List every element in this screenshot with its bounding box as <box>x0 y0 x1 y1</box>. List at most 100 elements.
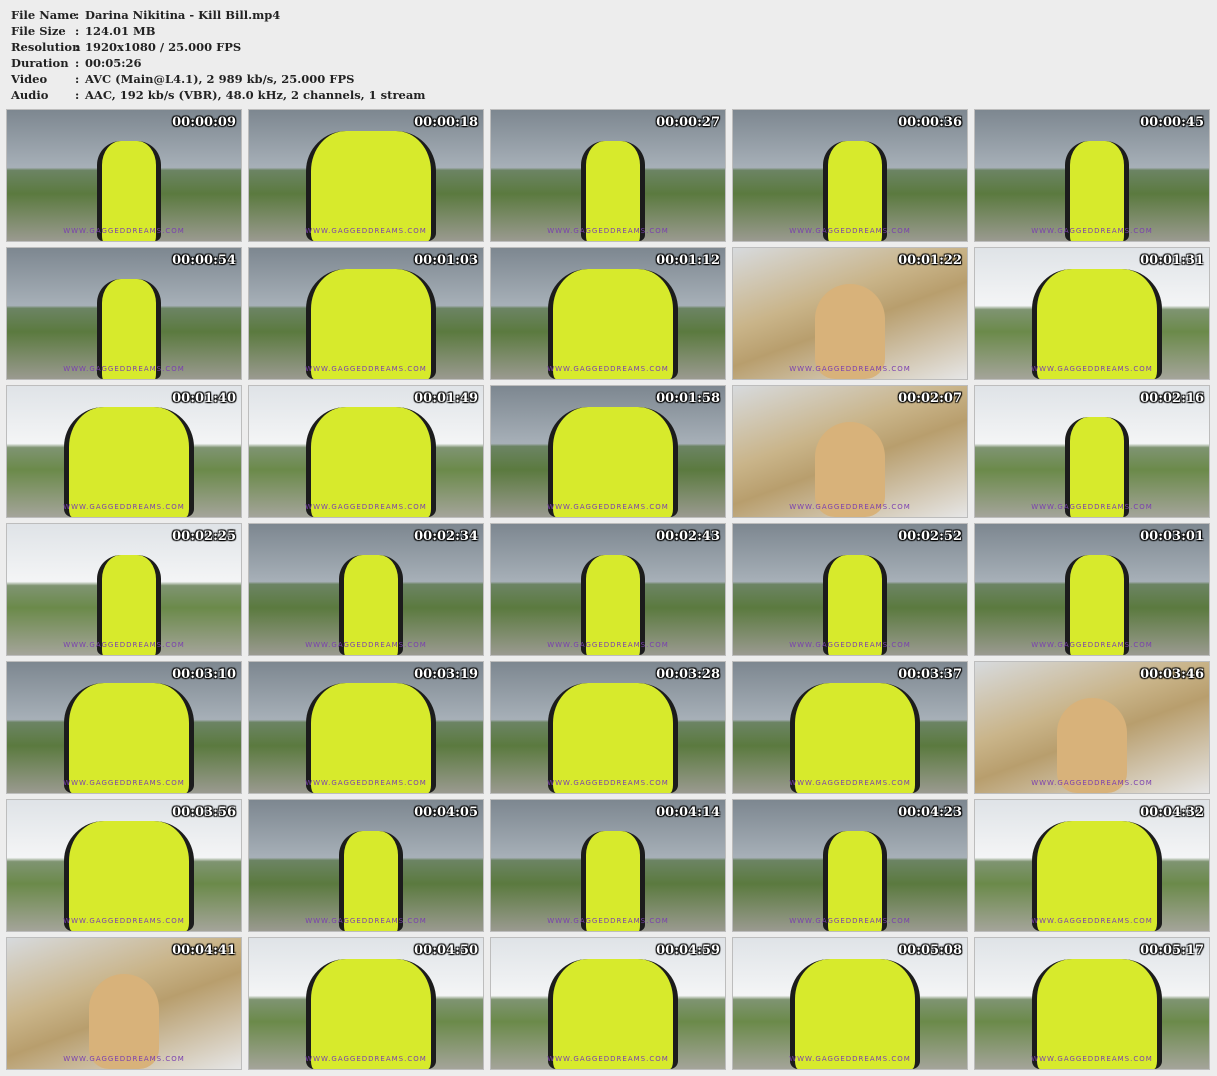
thumbnail-watermark: WWW.GAGGEDDREAMS.COM <box>305 641 427 649</box>
thumbnail-watermark: WWW.GAGGEDDREAMS.COM <box>63 365 185 373</box>
thumbnail-watermark: WWW.GAGGEDDREAMS.COM <box>63 227 185 235</box>
info-label: Video <box>11 72 48 86</box>
thumbnail-timestamp: 00:02:25 <box>172 529 236 544</box>
thumbnail-subject <box>64 821 194 931</box>
thumbnail-subject <box>823 555 887 655</box>
thumbnail-watermark: WWW.GAGGEDDREAMS.COM <box>1031 227 1153 235</box>
video-thumbnail[interactable]: 00:01:40 WWW.GAGGEDDREAMS.COM <box>6 385 242 518</box>
thumbnail-watermark: WWW.GAGGEDDREAMS.COM <box>789 779 911 787</box>
video-thumbnail[interactable]: 00:01:49 WWW.GAGGEDDREAMS.COM <box>248 385 484 518</box>
info-value-audio: AAC, 192 kb/s (VBR), 48.0 kHz, 2 channel… <box>85 88 426 102</box>
video-thumbnail[interactable]: 00:00:27 WWW.GAGGEDDREAMS.COM <box>490 109 726 242</box>
video-thumbnail[interactable]: 00:02:52 WWW.GAGGEDDREAMS.COM <box>732 523 968 656</box>
thumbnail-subject <box>548 269 678 379</box>
video-thumbnail[interactable]: 00:03:56 WWW.GAGGEDDREAMS.COM <box>6 799 242 932</box>
thumbnail-subject <box>1032 269 1162 379</box>
thumbnail-subject <box>339 831 403 931</box>
video-thumbnail[interactable]: 00:02:16 WWW.GAGGEDDREAMS.COM <box>974 385 1210 518</box>
thumbnail-timestamp: 00:00:18 <box>414 115 478 130</box>
video-thumbnail[interactable]: 00:04:23 WWW.GAGGEDDREAMS.COM <box>732 799 968 932</box>
thumbnail-subject <box>64 683 194 793</box>
thumbnail-timestamp: 00:01:31 <box>1140 253 1204 268</box>
video-thumbnail[interactable]: 00:03:37 WWW.GAGGEDDREAMS.COM <box>732 661 968 794</box>
info-separator: : <box>75 88 80 102</box>
thumbnail-timestamp: 00:05:17 <box>1140 943 1204 958</box>
thumbnail-watermark: WWW.GAGGEDDREAMS.COM <box>1031 365 1153 373</box>
thumbnail-watermark: WWW.GAGGEDDREAMS.COM <box>789 1055 911 1063</box>
thumbnail-watermark: WWW.GAGGEDDREAMS.COM <box>63 1055 185 1063</box>
video-thumbnail[interactable]: 00:05:17 WWW.GAGGEDDREAMS.COM <box>974 937 1210 1070</box>
info-row-file-name: File Name : Darina Nikitina - Kill Bill.… <box>11 7 425 23</box>
video-thumbnail[interactable]: 00:01:58 WWW.GAGGEDDREAMS.COM <box>490 385 726 518</box>
thumbnail-timestamp: 00:03:37 <box>898 667 962 682</box>
thumbnail-watermark: WWW.GAGGEDDREAMS.COM <box>789 503 911 511</box>
thumbnail-watermark: WWW.GAGGEDDREAMS.COM <box>547 365 669 373</box>
thumbnail-watermark: WWW.GAGGEDDREAMS.COM <box>547 779 669 787</box>
info-value-video: AVC (Main@L4.1), 2 989 kb/s, 25.000 FPS <box>85 72 355 86</box>
video-thumbnail[interactable]: 00:04:59 WWW.GAGGEDDREAMS.COM <box>490 937 726 1070</box>
thumbnail-timestamp: 00:02:16 <box>1140 391 1204 406</box>
info-row-audio: Audio : AAC, 192 kb/s (VBR), 48.0 kHz, 2… <box>11 87 425 103</box>
video-thumbnail[interactable]: 00:01:03 WWW.GAGGEDDREAMS.COM <box>248 247 484 380</box>
thumbnail-watermark: WWW.GAGGEDDREAMS.COM <box>547 503 669 511</box>
video-thumbnail[interactable]: 00:04:14 WWW.GAGGEDDREAMS.COM <box>490 799 726 932</box>
video-thumbnail[interactable]: 00:04:05 WWW.GAGGEDDREAMS.COM <box>248 799 484 932</box>
thumbnail-timestamp: 00:01:12 <box>656 253 720 268</box>
thumbnail-timestamp: 00:00:45 <box>1140 115 1204 130</box>
video-thumbnail[interactable]: 00:00:45 WWW.GAGGEDDREAMS.COM <box>974 109 1210 242</box>
video-thumbnail[interactable]: 00:00:36 WWW.GAGGEDDREAMS.COM <box>732 109 968 242</box>
thumbnail-timestamp: 00:01:22 <box>898 253 962 268</box>
video-thumbnail[interactable]: 00:01:22 WWW.GAGGEDDREAMS.COM <box>732 247 968 380</box>
video-thumbnail[interactable]: 00:03:19 WWW.GAGGEDDREAMS.COM <box>248 661 484 794</box>
thumbnail-watermark: WWW.GAGGEDDREAMS.COM <box>305 365 427 373</box>
thumbnail-timestamp: 00:02:34 <box>414 529 478 544</box>
thumbnail-timestamp: 00:04:41 <box>172 943 236 958</box>
info-row-duration: Duration : 00:05:26 <box>11 55 425 71</box>
thumbnail-subject <box>306 131 436 241</box>
video-thumbnail[interactable]: 00:00:09 WWW.GAGGEDDREAMS.COM <box>6 109 242 242</box>
video-thumbnail[interactable]: 00:01:12 WWW.GAGGEDDREAMS.COM <box>490 247 726 380</box>
thumbnail-timestamp: 00:02:43 <box>656 529 720 544</box>
video-thumbnail[interactable]: 00:01:31 WWW.GAGGEDDREAMS.COM <box>974 247 1210 380</box>
info-value-resolution: 1920x1080 / 25.000 FPS <box>85 40 242 54</box>
thumbnail-subject <box>823 141 887 241</box>
video-thumbnail[interactable]: 00:00:54 WWW.GAGGEDDREAMS.COM <box>6 247 242 380</box>
thumbnail-watermark: WWW.GAGGEDDREAMS.COM <box>789 365 911 373</box>
video-thumbnail[interactable]: 00:05:08 WWW.GAGGEDDREAMS.COM <box>732 937 968 1070</box>
thumbnail-watermark: WWW.GAGGEDDREAMS.COM <box>547 917 669 925</box>
thumbnail-timestamp: 00:04:05 <box>414 805 478 820</box>
video-thumbnail[interactable]: 00:00:18 WWW.GAGGEDDREAMS.COM <box>248 109 484 242</box>
video-thumbnail[interactable]: 00:03:46 WWW.GAGGEDDREAMS.COM <box>974 661 1210 794</box>
thumbnail-timestamp: 00:03:19 <box>414 667 478 682</box>
video-thumbnail[interactable]: 00:03:10 WWW.GAGGEDDREAMS.COM <box>6 661 242 794</box>
video-thumbnail[interactable]: 00:04:50 WWW.GAGGEDDREAMS.COM <box>248 937 484 1070</box>
thumbnail-subject <box>339 555 403 655</box>
thumbnail-timestamp: 00:00:09 <box>172 115 236 130</box>
thumbnail-watermark: WWW.GAGGEDDREAMS.COM <box>63 779 185 787</box>
video-thumbnail[interactable]: 00:04:32 WWW.GAGGEDDREAMS.COM <box>974 799 1210 932</box>
thumbnail-timestamp: 00:03:01 <box>1140 529 1204 544</box>
thumbnail-timestamp: 00:03:46 <box>1140 667 1204 682</box>
thumbnail-timestamp: 00:02:07 <box>898 391 962 406</box>
thumbnail-watermark: WWW.GAGGEDDREAMS.COM <box>789 917 911 925</box>
video-thumbnail[interactable]: 00:04:41 WWW.GAGGEDDREAMS.COM <box>6 937 242 1070</box>
info-separator: : <box>75 40 80 54</box>
thumbnail-watermark: WWW.GAGGEDDREAMS.COM <box>63 917 185 925</box>
thumbnail-watermark: WWW.GAGGEDDREAMS.COM <box>1031 779 1153 787</box>
thumbnail-subject <box>306 959 436 1069</box>
thumbnail-timestamp: 00:02:52 <box>898 529 962 544</box>
video-thumbnail[interactable]: 00:02:43 WWW.GAGGEDDREAMS.COM <box>490 523 726 656</box>
video-thumbnail[interactable]: 00:03:28 WWW.GAGGEDDREAMS.COM <box>490 661 726 794</box>
thumbnail-subject <box>581 555 645 655</box>
video-thumbnail[interactable]: 00:02:25 WWW.GAGGEDDREAMS.COM <box>6 523 242 656</box>
thumbnail-subject <box>306 683 436 793</box>
thumbnail-watermark: WWW.GAGGEDDREAMS.COM <box>547 1055 669 1063</box>
thumbnail-subject <box>1065 417 1129 517</box>
thumbnail-subject <box>97 279 161 379</box>
thumbnail-subject <box>790 683 920 793</box>
thumbnail-watermark: WWW.GAGGEDDREAMS.COM <box>305 917 427 925</box>
video-thumbnail[interactable]: 00:02:34 WWW.GAGGEDDREAMS.COM <box>248 523 484 656</box>
video-thumbnail[interactable]: 00:03:01 WWW.GAGGEDDREAMS.COM <box>974 523 1210 656</box>
thumbnail-subject <box>548 959 678 1069</box>
video-thumbnail[interactable]: 00:02:07 WWW.GAGGEDDREAMS.COM <box>732 385 968 518</box>
